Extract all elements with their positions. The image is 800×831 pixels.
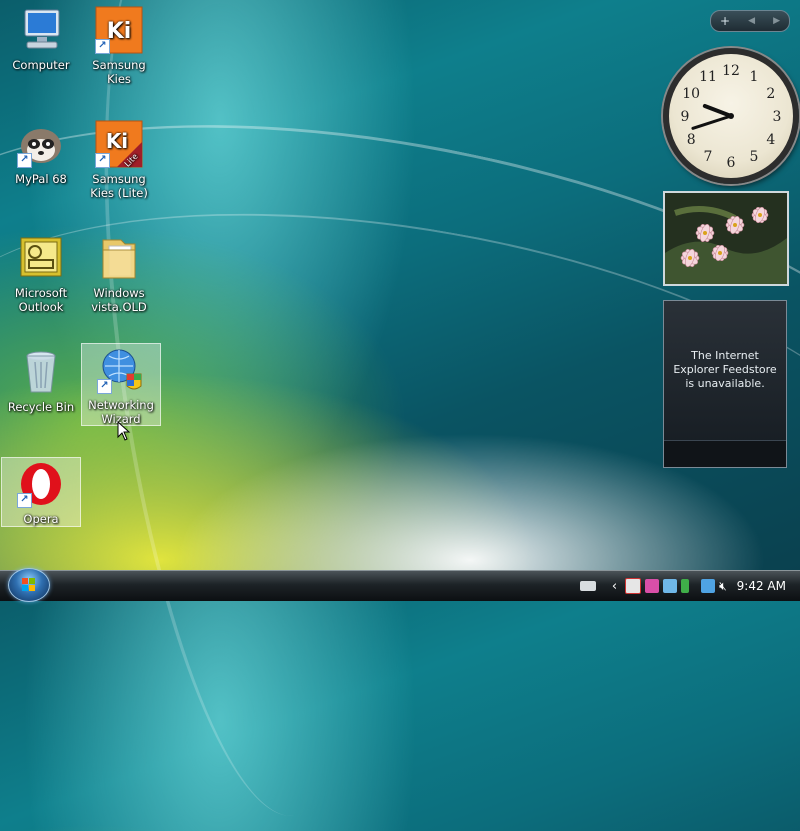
desktop-icon-label: Opera [23, 512, 59, 526]
clock-number: 10 [682, 86, 700, 102]
add-gadget-button[interactable]: + [720, 14, 730, 28]
clock-number: 4 [766, 132, 775, 148]
chevron-left-icon[interactable]: ‹ [612, 579, 617, 594]
shortcut-arrow-icon: ↗ [95, 39, 110, 54]
start-button[interactable] [8, 568, 50, 602]
network-icon[interactable] [701, 579, 716, 593]
network-globe-icon: ↗ [97, 346, 145, 394]
clock-hour-hand [702, 103, 733, 118]
next-gadget-button[interactable]: ▶ [773, 16, 780, 26]
clock-minute-hand [691, 114, 733, 130]
samsung-kies-icon: Ki ↗ [95, 6, 143, 54]
volume-muted-icon[interactable]: 🔇︎ [719, 579, 727, 594]
samsung-kies-lite-icon: Ki Lite ↗ [95, 120, 143, 169]
feed-headlines-gadget[interactable]: The Internet Explorer Feedstore is unava… [663, 300, 787, 468]
mouse-cursor-icon [117, 420, 131, 445]
clock-number: 12 [722, 63, 740, 79]
desktop-icon-label: Windows vista.OLD [91, 286, 147, 314]
previous-gadget-button[interactable]: ◀ [748, 16, 755, 26]
outlook-icon [17, 234, 65, 282]
windows-logo-icon [22, 578, 35, 591]
desktop-icon-recycle-bin[interactable]: Recycle Bin [2, 346, 80, 414]
shortcut-arrow-icon: ↗ [97, 379, 112, 394]
network-status-icon[interactable] [663, 579, 678, 593]
desktop-icon-windows-old[interactable]: Windows vista.OLD [80, 232, 158, 314]
clock-gadget[interactable]: 12 1 2 3 4 5 6 7 8 9 10 11 [663, 48, 799, 184]
svg-text:Ki: Ki [106, 129, 128, 153]
desktop-icon-outlook[interactable]: Microsoft Outlook [2, 232, 80, 314]
app-icon[interactable] [645, 579, 660, 593]
clock-face: 12 12 3 45678 9 1011 [681, 63, 782, 171]
clock-number: 11 [699, 69, 717, 85]
desktop-icon-label: Samsung Kies (Lite) [90, 172, 148, 200]
system-tray: ‹ 🔇︎ 9:42 AM [578, 575, 800, 597]
desktop-icon-label: MyPal 68 [15, 172, 67, 186]
folder-icon [95, 234, 143, 282]
gadget-sidebar-controls: + ◀ ▶ [710, 10, 790, 32]
mypal-icon: ↗ [17, 120, 65, 168]
slideshow-gadget[interactable] [663, 191, 789, 286]
svg-text:Ki: Ki [107, 19, 132, 44]
clock-number: 9 [681, 109, 690, 125]
clock-number: 2 [766, 86, 775, 102]
feed-footer [664, 440, 786, 467]
stop-icon[interactable] [625, 578, 642, 594]
desktop-icon-computer[interactable]: Computer [2, 4, 80, 72]
desktop-icon-samsung-kies-lite[interactable]: Ki Lite ↗ Samsung Kies (Lite) [80, 118, 158, 200]
taskbar-clock[interactable]: 9:42 AM [737, 579, 786, 593]
shortcut-arrow-icon: ↗ [17, 153, 32, 168]
desktop-icon-opera[interactable]: ↗ Opera [1, 457, 81, 527]
desktop-icon-mypal[interactable]: ↗ MyPal 68 [2, 118, 80, 186]
desktop-icon-label: Recycle Bin [7, 400, 75, 414]
desktop-icon-label: Samsung Kies [92, 58, 146, 86]
battery-icon[interactable] [681, 579, 690, 593]
desktop-icon-samsung-kies[interactable]: Ki ↗ Samsung Kies [80, 4, 158, 86]
clock-number: 7 [704, 149, 713, 165]
shortcut-arrow-icon: ↗ [95, 153, 110, 168]
clock-number: 1 [750, 69, 759, 85]
flower-photo [665, 193, 787, 284]
shortcut-arrow-icon: ↗ [17, 493, 32, 508]
desktop-icon-label: Computer [12, 58, 70, 72]
clock-number: 8 [687, 132, 696, 148]
computer-icon [17, 6, 65, 54]
feed-error-message: The Internet Explorer Feedstore is unava… [673, 349, 777, 390]
desktop-icon-networking-wizard[interactable]: ↗ Networking Wizard [81, 343, 161, 426]
recycle-bin-icon [17, 348, 65, 396]
clock-number: 5 [750, 149, 759, 165]
clock-number: 6 [727, 155, 736, 171]
keyboard-icon[interactable] [579, 581, 596, 591]
desktop-icon-label: Microsoft Outlook [14, 286, 68, 314]
clock-center-pin [728, 113, 734, 119]
clock-number: 3 [773, 109, 782, 125]
opera-icon: ↗ [17, 460, 65, 508]
